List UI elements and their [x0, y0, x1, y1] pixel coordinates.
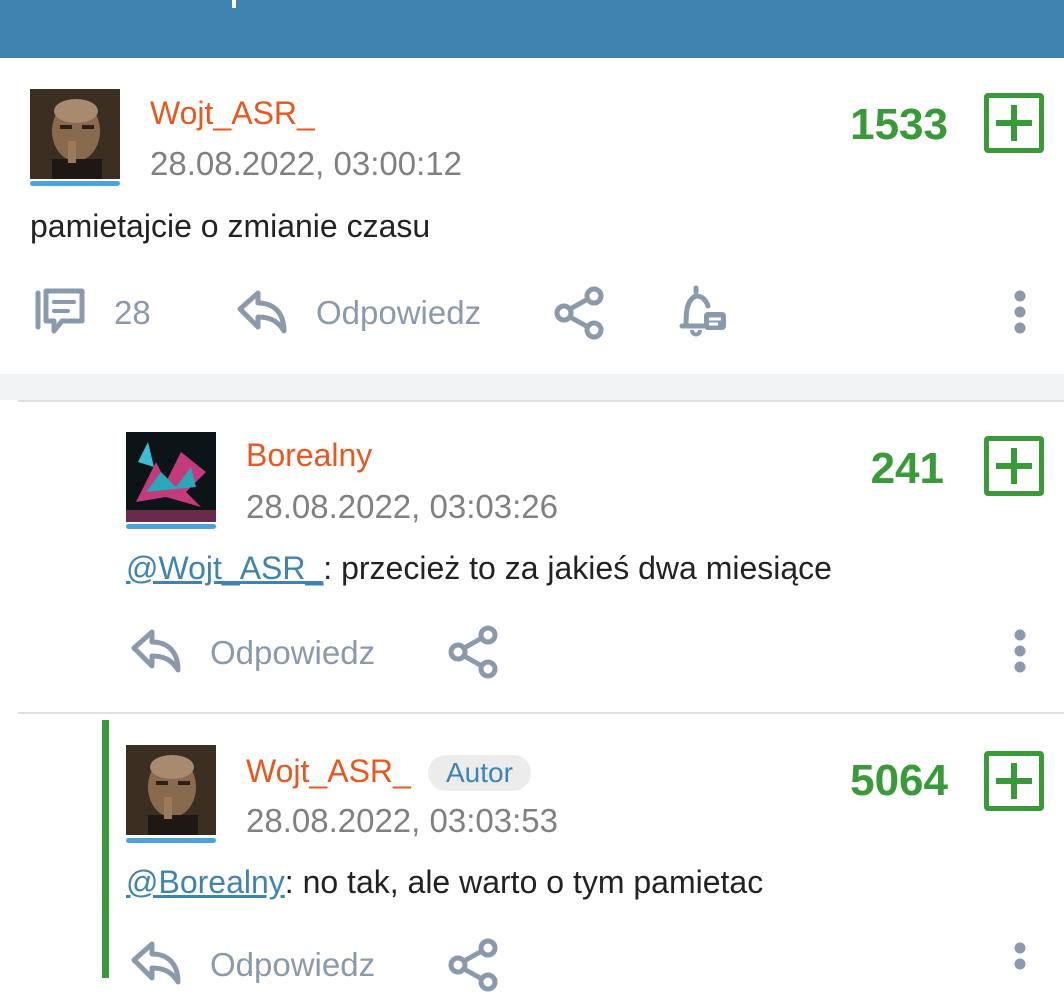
notify-icon[interactable]	[674, 284, 730, 344]
more-icon[interactable]	[1012, 290, 1028, 342]
username[interactable]: Wojt_ASR_	[246, 753, 411, 790]
plus-vote-icon[interactable]	[984, 436, 1044, 496]
avatar[interactable]	[126, 432, 216, 522]
vote-score: 5064	[850, 756, 948, 805]
avatar-status-bar	[126, 524, 216, 529]
share-icon[interactable]	[446, 938, 500, 996]
reply-icon[interactable]	[130, 626, 184, 680]
comment-body: : przecież to za jakieś dwa miesiące	[323, 550, 832, 586]
avatar[interactable]	[30, 89, 120, 179]
comment-text: pamietajcie o zmianie czasu	[30, 208, 431, 244]
share-icon[interactable]	[446, 625, 500, 683]
more-icon[interactable]	[1012, 942, 1028, 982]
timestamp: 28.08.2022, 03:00:12	[150, 145, 462, 182]
user-mention[interactable]: @Wojt_ASR_	[126, 550, 323, 586]
username[interactable]: Borealny	[246, 437, 372, 474]
author-thread-indicator	[102, 720, 109, 978]
reply-button[interactable]: Odpowiedz	[316, 294, 481, 332]
plus-vote-icon[interactable]	[984, 93, 1044, 153]
comments-icon[interactable]	[32, 287, 88, 341]
timestamp: 28.08.2022, 03:03:26	[246, 488, 558, 525]
top-app-bar	[0, 0, 1064, 58]
comment-text: @Wojt_ASR_: przecież to za jakieś dwa mi…	[126, 550, 832, 587]
plus-vote-icon[interactable]	[984, 751, 1044, 811]
author-badge: Autor	[428, 755, 531, 791]
share-icon[interactable]	[552, 286, 606, 344]
thread-separator	[0, 374, 1064, 400]
avatar-status-bar	[126, 838, 216, 843]
reply-button[interactable]: Odpowiedz	[210, 946, 375, 984]
comment-body: : no tak, ale warto o tym pamietac	[284, 864, 764, 900]
divider	[18, 712, 1064, 714]
avatar-status-bar	[30, 181, 120, 186]
username[interactable]: Wojt_ASR_	[150, 95, 315, 132]
timestamp: 28.08.2022, 03:03:53	[246, 802, 558, 839]
title-fragment	[232, 0, 236, 8]
more-icon[interactable]	[1012, 629, 1028, 681]
avatar[interactable]	[126, 745, 216, 835]
divider	[18, 400, 1064, 402]
reply-icon[interactable]	[130, 938, 184, 992]
comment-text: @Borealny: no tak, ale warto o tym pamie…	[126, 864, 763, 901]
reply-count[interactable]: 28	[114, 294, 151, 332]
user-mention[interactable]: @Borealny	[126, 864, 285, 900]
reply-icon[interactable]	[236, 287, 290, 341]
vote-score: 1533	[850, 100, 948, 149]
vote-score: 241	[870, 444, 944, 493]
reply-button[interactable]: Odpowiedz	[210, 634, 375, 672]
